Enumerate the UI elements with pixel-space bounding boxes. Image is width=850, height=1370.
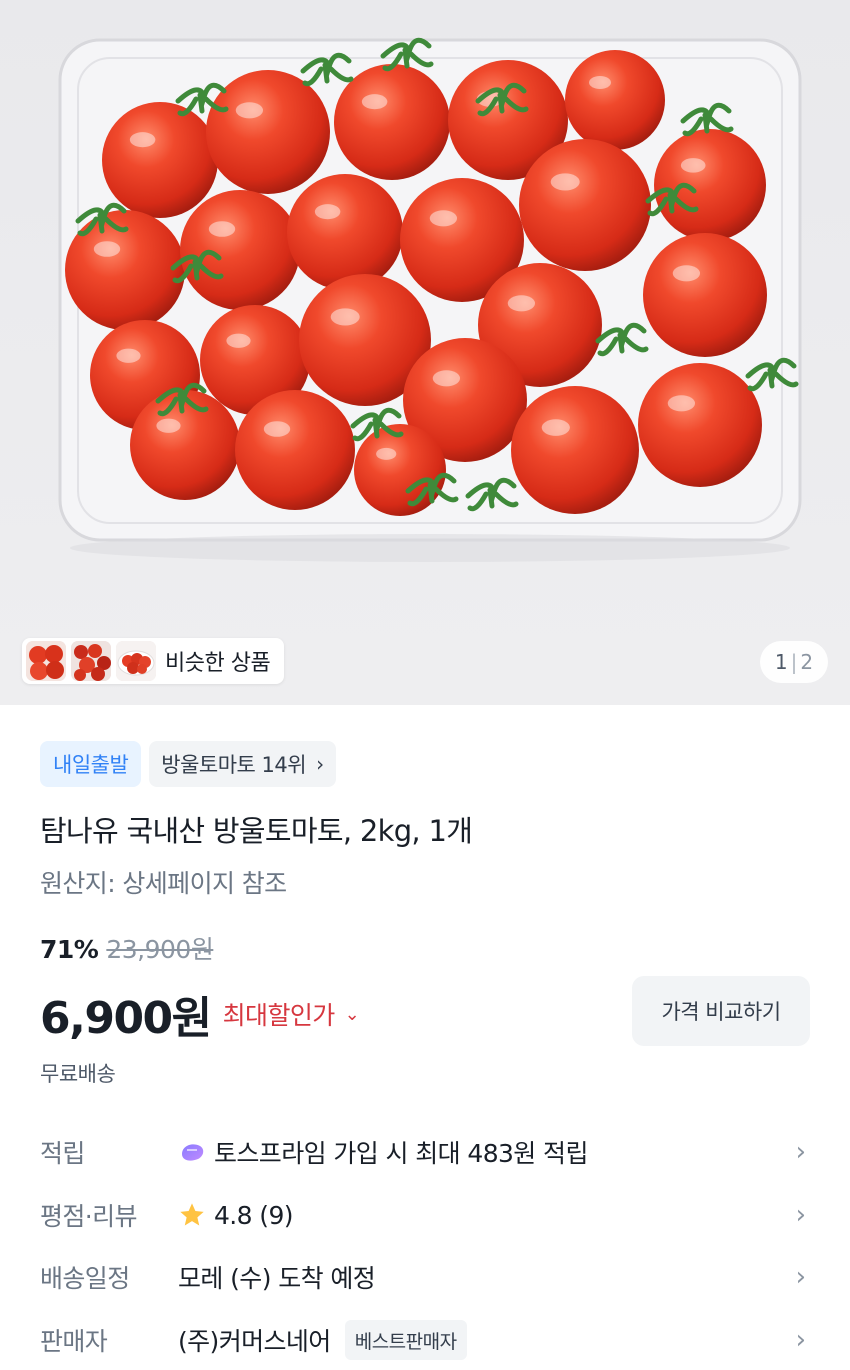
tomato-highlight bbox=[550, 173, 580, 191]
tomato bbox=[519, 139, 651, 271]
tomato-highlight bbox=[667, 395, 696, 412]
tomato-photo bbox=[0, 0, 850, 705]
tomato-highlight bbox=[314, 204, 341, 220]
tomato-highlight bbox=[235, 102, 264, 119]
rating-row[interactable]: 평점·리뷰 4.8 (9) › bbox=[0, 1185, 850, 1245]
similar-thumbnail bbox=[116, 641, 156, 681]
rating-value: 4.8 (9) bbox=[214, 1200, 294, 1230]
delivery-row[interactable]: 배송일정 모레 (수) 도착 예정 › bbox=[0, 1247, 850, 1307]
chevron-right-icon: › bbox=[795, 1262, 806, 1292]
pager-separator: | bbox=[790, 650, 798, 674]
tomato-highlight bbox=[589, 76, 611, 89]
tomato-highlight bbox=[156, 418, 181, 433]
product-origin: 원산지: 상세페이지 참조 bbox=[40, 869, 287, 898]
tomato-highlight bbox=[507, 295, 536, 312]
delivery-label: 배송일정 bbox=[40, 1264, 130, 1293]
discount-rate: 71% bbox=[40, 935, 99, 964]
points-label: 적립 bbox=[40, 1139, 85, 1168]
product-title: 탐나유 국내산 방울토마토, 2kg, 1개 bbox=[40, 814, 473, 848]
seller-value-wrap: (주)커머스네어 베스트판매자 bbox=[178, 1320, 467, 1360]
chevron-right-icon: › bbox=[795, 1325, 806, 1355]
tomato bbox=[638, 363, 762, 487]
tomato-highlight bbox=[330, 308, 360, 326]
tomato-highlight bbox=[429, 210, 458, 227]
product-tags: 내일출발 방울토마토 14위 › bbox=[40, 741, 336, 787]
tomato bbox=[511, 386, 639, 514]
tomato-highlight bbox=[432, 370, 461, 387]
tomato-highlight bbox=[361, 94, 388, 110]
similar-thumbnail bbox=[26, 641, 66, 681]
chevron-right-icon: › bbox=[795, 1137, 806, 1167]
shipping-info: 무료배송 bbox=[40, 1062, 116, 1086]
original-price: 23,900원 bbox=[106, 935, 214, 964]
points-value-wrap: 토스프라임 가입 시 최대 483원 적립 bbox=[178, 1134, 588, 1170]
sale-price: 6,900원 bbox=[40, 993, 212, 1044]
toss-prime-icon bbox=[182, 1144, 204, 1161]
chevron-right-icon: › bbox=[316, 752, 324, 776]
price-row: 6,900원 최대할인가 ⌄ bbox=[40, 982, 360, 1046]
star-icon bbox=[180, 1203, 204, 1226]
departure-badge: 내일출발 bbox=[40, 741, 142, 787]
chevron-right-icon: › bbox=[795, 1200, 806, 1230]
rating-label: 평점·리뷰 bbox=[40, 1202, 138, 1231]
similar-products-label: 비슷한 상품 bbox=[165, 651, 271, 676]
tomato bbox=[287, 174, 403, 290]
tomato-highlight bbox=[116, 348, 141, 363]
tomato bbox=[643, 233, 767, 357]
tomato-highlight bbox=[129, 132, 156, 148]
tomato-highlight bbox=[541, 419, 570, 436]
tomato bbox=[130, 390, 240, 500]
rating-value-wrap: 4.8 (9) bbox=[178, 1200, 294, 1230]
delivery-value: 모레 (수) 도착 예정 bbox=[178, 1264, 376, 1293]
similar-products-button[interactable]: 비슷한 상품 bbox=[22, 638, 285, 684]
tomato bbox=[654, 129, 766, 241]
pager-total: 2 bbox=[800, 650, 814, 674]
compare-price-button[interactable]: 가격 비교하기 bbox=[632, 976, 810, 1046]
pager-current: 1 bbox=[774, 650, 788, 674]
ranking-label: 방울토마토 14위 bbox=[161, 753, 307, 777]
tomato-highlight bbox=[226, 333, 251, 348]
seller-name: (주)커머스네어 bbox=[178, 1327, 331, 1356]
max-discount-toggle[interactable]: 최대할인가 ⌄ bbox=[223, 996, 360, 1032]
chevron-down-icon: ⌄ bbox=[344, 1003, 360, 1025]
tomato-highlight bbox=[263, 421, 291, 437]
best-seller-badge: 베스트판매자 bbox=[344, 1320, 467, 1360]
product-image[interactable]: 비슷한 상품 1 | 2 bbox=[0, 0, 850, 705]
tomato bbox=[235, 390, 355, 510]
tomato bbox=[565, 50, 665, 150]
max-discount-label: 최대할인가 bbox=[222, 1001, 336, 1030]
points-row[interactable]: 적립 토스프라임 가입 시 최대 483원 적립 › bbox=[0, 1122, 850, 1182]
similar-thumbnail bbox=[71, 641, 111, 681]
seller-row[interactable]: 판매자 (주)커머스네어 베스트판매자 › bbox=[0, 1310, 850, 1370]
tomato bbox=[102, 102, 218, 218]
seller-label: 판매자 bbox=[40, 1327, 108, 1356]
tomato-highlight bbox=[672, 265, 701, 282]
tomato-highlight bbox=[93, 241, 121, 257]
tomato bbox=[180, 190, 300, 310]
image-pager: 1 | 2 bbox=[760, 641, 828, 683]
ranking-link[interactable]: 방울토마토 14위 › bbox=[149, 741, 336, 787]
points-value: 토스프라임 가입 시 최대 483원 적립 bbox=[214, 1139, 588, 1168]
discount-row: 71% 23,900원 bbox=[40, 930, 214, 966]
tomato-highlight bbox=[680, 158, 706, 173]
tomato-highlight bbox=[208, 221, 236, 237]
tomato-highlight bbox=[376, 447, 397, 460]
